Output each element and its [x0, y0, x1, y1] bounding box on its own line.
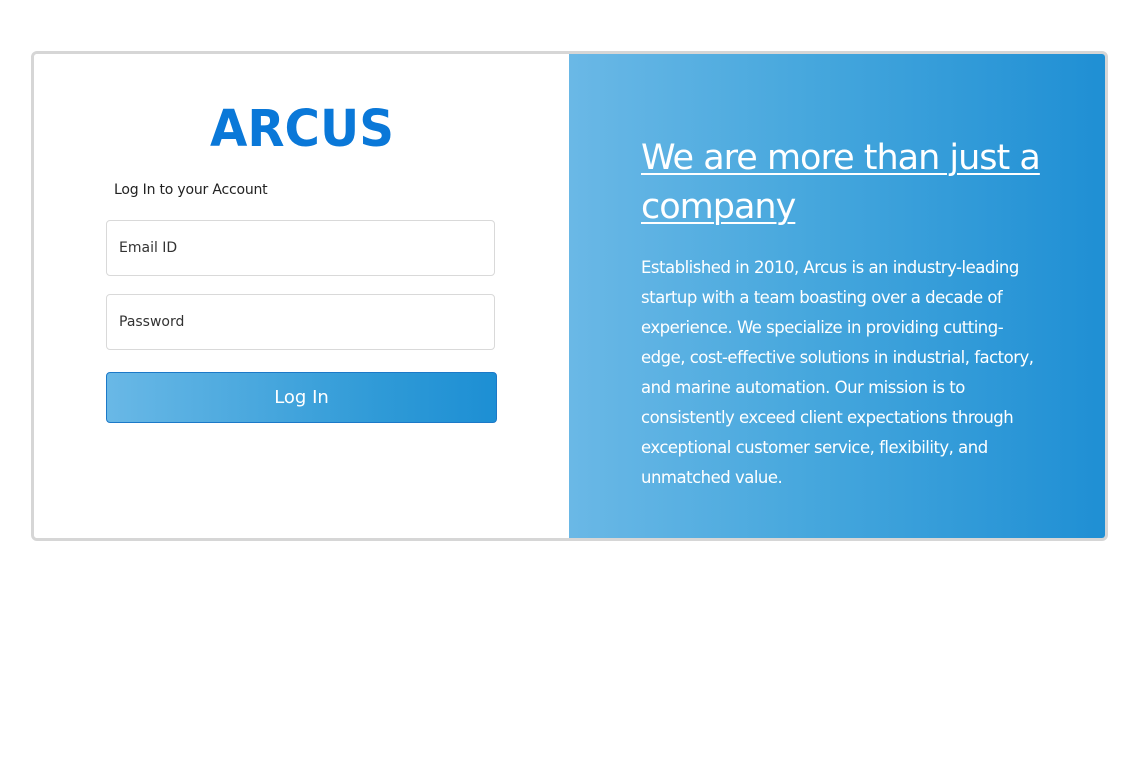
promo-headline: We are more than just a company	[641, 138, 1041, 227]
promo-body: Established in 2010, Arcus is an industr…	[641, 258, 1034, 487]
arcus-logo: ARCUS	[210, 104, 394, 148]
svg-text:ARCUS: ARCUS	[210, 104, 394, 148]
login-button[interactable]: Log In	[106, 372, 497, 423]
promo-panel: We are more than just a company Establis…	[569, 54, 1105, 538]
login-card: ARCUS Log In to your Account Log In We a…	[31, 51, 1108, 541]
login-subtitle: Log In to your Account	[114, 182, 268, 198]
email-input[interactable]	[106, 220, 495, 276]
login-panel: ARCUS Log In to your Account Log In	[34, 54, 569, 538]
password-input[interactable]	[106, 294, 495, 350]
